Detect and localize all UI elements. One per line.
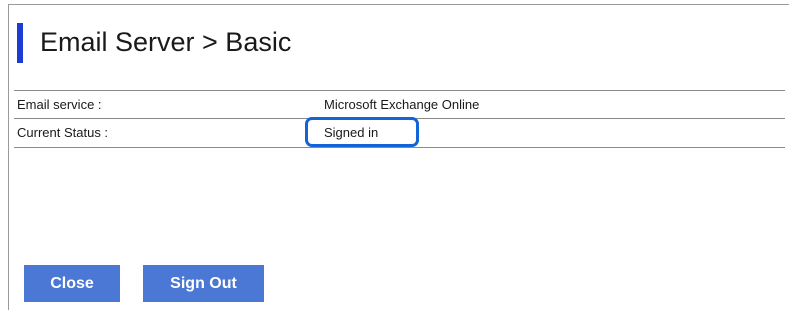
table-row-current-status: Current Status : Signed in (14, 117, 785, 148)
email-server-panel: Email Server > Basic Email service : Mic… (0, 0, 789, 310)
settings-table: Email service : Microsoft Exchange Onlin… (14, 90, 785, 148)
current-status-label: Current Status : (17, 125, 109, 140)
page-title: Email Server > Basic (40, 27, 292, 57)
sign-out-button[interactable]: Sign Out (143, 265, 264, 302)
current-status-value: Signed in (324, 125, 379, 140)
email-service-value: Microsoft Exchange Online (324, 97, 480, 112)
email-service-label: Email service : (17, 97, 102, 112)
top-divider (8, 4, 789, 5)
title-accent-bar (17, 23, 23, 63)
close-button[interactable]: Close (24, 265, 120, 302)
left-border (8, 4, 9, 310)
table-row-email-service: Email service : Microsoft Exchange Onlin… (14, 90, 785, 118)
